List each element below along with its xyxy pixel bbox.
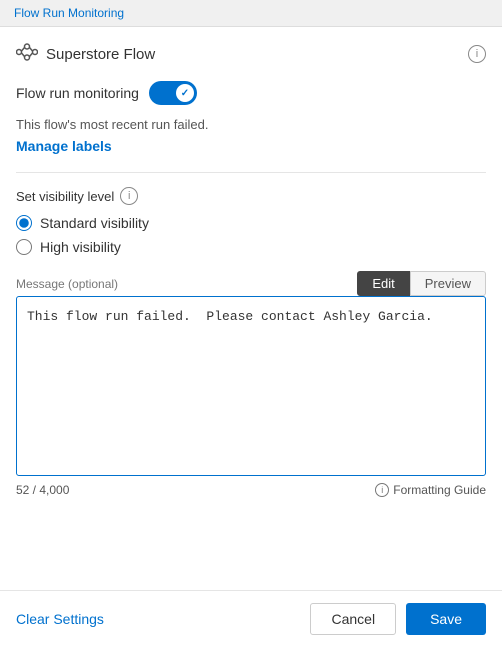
toggle-checkmark: ✓	[181, 88, 189, 99]
tab-preview[interactable]: Preview	[410, 271, 486, 296]
radio-standard-input[interactable]	[16, 215, 32, 231]
flow-header: Superstore Flow i	[16, 43, 486, 65]
action-buttons: Cancel Save	[310, 603, 486, 635]
failed-status: This flow's most recent run failed.	[16, 117, 486, 132]
format-info-icon: i	[375, 483, 389, 497]
breadcrumb-text: Flow Run Monitoring	[14, 6, 124, 20]
flow-name: Superstore Flow	[46, 46, 155, 63]
tab-group: Edit Preview	[357, 271, 486, 296]
divider	[16, 172, 486, 173]
visibility-info-icon[interactable]: i	[120, 187, 138, 205]
radio-high-input[interactable]	[16, 239, 32, 255]
manage-labels-link[interactable]: Manage labels	[16, 138, 112, 154]
visibility-label: Set visibility level	[16, 189, 114, 204]
radio-group: Standard visibility High visibility	[16, 215, 486, 255]
message-header: Message (optional) Edit Preview	[16, 271, 486, 296]
format-guide-link[interactable]: i Formatting Guide	[375, 483, 486, 497]
message-textarea[interactable]: This flow run failed. Please contact Ash…	[16, 296, 486, 476]
message-label: Message (optional)	[16, 277, 118, 291]
panel: Flow Run Monitoring Supe	[0, 0, 502, 647]
monitoring-label: Flow run monitoring	[16, 85, 139, 101]
flow-title-group: Superstore Flow	[16, 43, 155, 65]
radio-standard-label: Standard visibility	[40, 215, 149, 231]
clear-settings-button[interactable]: Clear Settings	[16, 611, 104, 627]
tab-edit[interactable]: Edit	[357, 271, 409, 296]
cancel-button[interactable]: Cancel	[310, 603, 396, 635]
message-footer: 52 / 4,000 i Formatting Guide	[16, 483, 486, 497]
flow-icon	[16, 43, 38, 65]
radio-high[interactable]: High visibility	[16, 239, 486, 255]
monitoring-toggle[interactable]: ✓	[149, 81, 197, 105]
message-section: Message (optional) Edit Preview This flo…	[16, 271, 486, 497]
visibility-title-row: Set visibility level i	[16, 187, 486, 205]
radio-standard[interactable]: Standard visibility	[16, 215, 486, 231]
format-guide-label: Formatting Guide	[393, 483, 486, 497]
monitoring-toggle-row: Flow run monitoring ✓	[16, 81, 486, 105]
save-button[interactable]: Save	[406, 603, 486, 635]
breadcrumb: Flow Run Monitoring	[0, 0, 502, 27]
char-count: 52 / 4,000	[16, 483, 69, 497]
content-area: Superstore Flow i Flow run monitoring ✓ …	[0, 27, 502, 590]
bottom-bar: Clear Settings Cancel Save	[0, 590, 502, 647]
visibility-section: Set visibility level i Standard visibili…	[16, 187, 486, 255]
flow-info-icon[interactable]: i	[468, 45, 486, 63]
radio-high-label: High visibility	[40, 239, 121, 255]
